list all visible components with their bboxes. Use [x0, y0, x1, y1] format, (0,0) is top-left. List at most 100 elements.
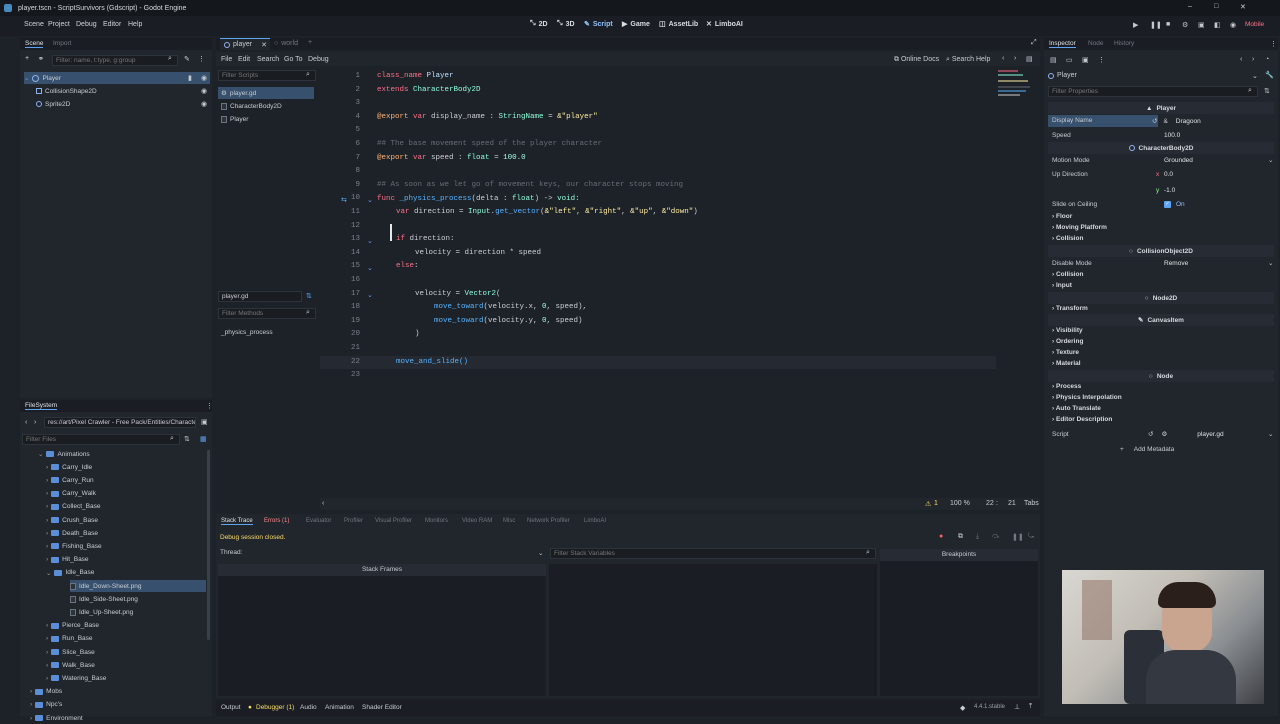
breakpoints-list[interactable]: Breakpoints: [880, 549, 1038, 696]
menu-debug[interactable]: Debug: [76, 21, 97, 28]
add-node-icon[interactable]: +: [25, 55, 29, 62]
add-metadata-button[interactable]: + Add Metadata: [1120, 444, 1194, 455]
group-editor-description[interactable]: › Editor Description: [1052, 416, 1112, 423]
script-menu-file[interactable]: File: [221, 56, 232, 63]
checkbox-checked-icon[interactable]: ✓: [1164, 200, 1171, 208]
distraction-free-icon[interactable]: ⤢: [1031, 39, 1037, 47]
tools-icon[interactable]: 🔧: [1265, 71, 1274, 79]
filter-properties-input[interactable]: [1048, 86, 1258, 97]
fold-arrow-icon[interactable]: ⌄: [367, 264, 373, 272]
object-selector[interactable]: Player ⌄: [1048, 70, 1258, 81]
chevron-right-icon[interactable]: ›: [46, 662, 48, 669]
folder-item[interactable]: ⌄ Animations: [38, 448, 206, 460]
chevron-right-icon[interactable]: ›: [30, 688, 32, 695]
property-up-direction[interactable]: Up Direction x 0.0: [1048, 168, 1274, 180]
folder-item[interactable]: › Pierce_Base: [46, 620, 206, 632]
pin-icon[interactable]: ⊥: [1014, 703, 1020, 711]
script-menu-debug[interactable]: Debug: [308, 56, 329, 63]
bottom-tab-animation[interactable]: Animation: [325, 704, 354, 711]
scene-filter-input[interactable]: [52, 55, 178, 66]
folder-item[interactable]: › Crush_Base: [46, 514, 206, 526]
script-menu-goto[interactable]: Go To: [284, 56, 303, 63]
group-texture[interactable]: › Texture: [1052, 349, 1079, 356]
filter-methods-input[interactable]: [218, 308, 316, 319]
renderer-selector[interactable]: Mobile: [1245, 21, 1264, 28]
warning-icon[interactable]: ⚠: [925, 500, 931, 508]
menu-scene[interactable]: Scene: [24, 21, 44, 28]
bottom-tab-audio[interactable]: Audio: [300, 704, 317, 711]
file-item[interactable]: Idle_Side-Sheet.png: [70, 593, 206, 605]
sort-icon[interactable]: ⇅: [1264, 87, 1270, 95]
chevron-right-icon[interactable]: ›: [46, 622, 48, 629]
step-into-icon[interactable]: ⤓: [976, 533, 979, 541]
play-icon[interactable]: ▶: [1133, 21, 1138, 29]
bottom-tab-shader-editor[interactable]: Shader Editor: [362, 704, 402, 711]
bottom-tab-debugger[interactable]: Debugger (1): [256, 704, 294, 711]
group-material[interactable]: › Material: [1052, 360, 1081, 367]
chevron-right-icon[interactable]: ›: [46, 675, 48, 682]
folder-item[interactable]: › Walk_Base: [46, 659, 206, 671]
workspace-game[interactable]: ▶ Game: [622, 20, 650, 29]
property-disable-mode[interactable]: Disable Mode Remove ⌄: [1048, 257, 1274, 269]
gear-icon[interactable]: ⚙: [1161, 430, 1167, 438]
sort-icon[interactable]: ⇅: [306, 292, 312, 300]
folder-item[interactable]: › Run_Base: [46, 633, 206, 645]
folder-item[interactable]: › Watering_Base: [46, 672, 206, 684]
group-transform[interactable]: › Transform: [1052, 305, 1088, 312]
step-over-icon[interactable]: ⤼: [992, 533, 999, 541]
debugger-tab[interactable]: Errors (1): [264, 518, 289, 524]
group-collision[interactable]: › Collision: [1052, 235, 1083, 242]
add-tab-icon[interactable]: +: [308, 39, 312, 46]
chevron-right-icon[interactable]: ›: [46, 477, 48, 484]
fold-arrow-icon[interactable]: ⌄: [367, 237, 373, 245]
warning-count[interactable]: 1: [934, 500, 938, 507]
tab-history[interactable]: History: [1114, 40, 1134, 47]
script-attach-icon[interactable]: ✎: [184, 55, 190, 63]
folder-item[interactable]: › Carry_Walk: [46, 488, 206, 500]
revert-icon[interactable]: ↺: [1152, 117, 1157, 125]
revert-icon[interactable]: ↺: [1148, 430, 1153, 438]
chevron-right-icon[interactable]: ›: [46, 517, 48, 524]
tab-scene[interactable]: Scene: [25, 40, 44, 48]
chevron-down-icon[interactable]: ⌄: [46, 569, 51, 577]
filter-scripts-input[interactable]: [218, 70, 316, 81]
object-history-icon[interactable]: ◔: [1265, 56, 1269, 63]
property-speed[interactable]: Speed 100.0: [1048, 129, 1274, 141]
stack-frames-list[interactable]: Stack Frames: [218, 564, 546, 696]
break-icon[interactable]: ❚❚: [1012, 533, 1024, 541]
debugger-tab[interactable]: Profiler: [344, 518, 363, 524]
open-folder-icon[interactable]: ▭: [1066, 56, 1073, 64]
menu-help[interactable]: Help: [128, 21, 142, 28]
code-editor[interactable]: [320, 68, 1040, 498]
remote-debug-icon[interactable]: ⚙: [1182, 21, 1188, 29]
folder-item[interactable]: › Environment: [30, 712, 206, 724]
script-item-player[interactable]: Player: [218, 113, 314, 125]
group-ordering[interactable]: › Ordering: [1052, 338, 1083, 345]
script-menu-search[interactable]: Search: [257, 56, 279, 63]
debugger-tab[interactable]: LimboAI: [584, 518, 606, 524]
fold-arrow-icon[interactable]: ⌄: [367, 196, 373, 204]
close-tab-icon[interactable]: ✕: [261, 41, 267, 49]
thread-selector[interactable]: Thread: ⌄: [220, 549, 546, 559]
sort-icon[interactable]: ⇅: [184, 435, 190, 443]
forward-arrow-icon[interactable]: ›: [34, 419, 36, 426]
folder-item[interactable]: › Slice_Base: [46, 646, 206, 658]
folder-item[interactable]: › Mobs: [30, 686, 206, 698]
property-display-name[interactable]: Display Name ↺ & Dragoon: [1048, 115, 1274, 127]
menu-editor[interactable]: Editor: [103, 21, 121, 28]
display-name-value[interactable]: Dragoon: [1176, 118, 1201, 125]
tab-world[interactable]: ○ world: [274, 40, 298, 47]
layout-icon[interactable]: ▦: [200, 435, 207, 443]
script-menu-edit[interactable]: Edit: [238, 56, 250, 63]
method-item[interactable]: _physics_process: [221, 329, 273, 336]
workspace-assetlib[interactable]: ◫ AssetLib: [659, 20, 698, 29]
fold-arrow-icon[interactable]: ⌄: [367, 291, 373, 299]
chevron-right-icon[interactable]: ›: [46, 556, 48, 563]
extra-options-icon[interactable]: ⋮: [1098, 56, 1105, 64]
chevron-right-icon[interactable]: ›: [46, 530, 48, 537]
chevron-down-icon[interactable]: ⌄: [38, 450, 43, 458]
stack-variables-list[interactable]: [549, 564, 877, 696]
folder-item[interactable]: › Collect_Base: [46, 501, 206, 513]
record-icon[interactable]: ●: [939, 533, 943, 540]
back-arrow-icon[interactable]: ‹: [25, 419, 27, 426]
